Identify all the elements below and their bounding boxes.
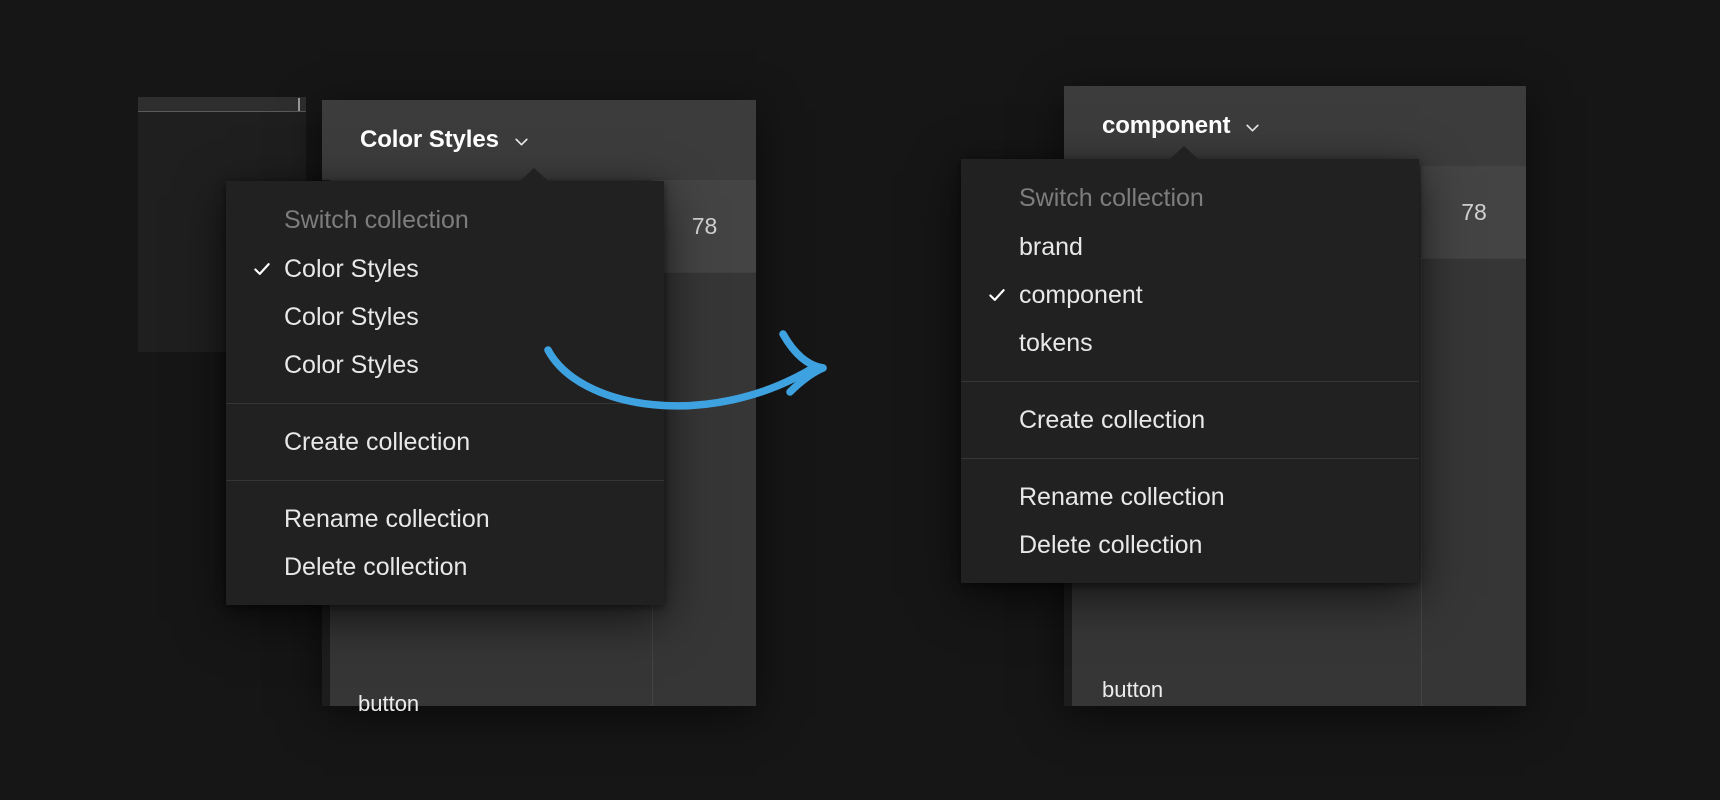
right-menu-manage-section: Rename collection Delete collection bbox=[961, 459, 1419, 583]
right-menu-item-collection-2[interactable]: tokens bbox=[961, 319, 1419, 367]
left-menu-item-delete-collection[interactable]: Delete collection bbox=[226, 543, 664, 591]
left-menu-item-create-collection[interactable]: Create collection bbox=[226, 418, 664, 466]
right-menu-collections-section: Switch collection brand component tokens bbox=[961, 159, 1419, 381]
right-window-header: component bbox=[1064, 86, 1526, 166]
chevron-down-icon[interactable] bbox=[1244, 119, 1261, 136]
left-menu-pointer bbox=[520, 168, 548, 181]
left-row-label[interactable]: button bbox=[358, 691, 419, 717]
right-menu-item-delete-collection[interactable]: Delete collection bbox=[961, 521, 1419, 569]
right-row-label[interactable]: button bbox=[1102, 677, 1163, 703]
left-menu-label-2: Color Styles bbox=[284, 351, 419, 380]
right-menu-item-create-collection[interactable]: Create collection bbox=[961, 396, 1419, 444]
right-menu-item-rename-collection[interactable]: Rename collection bbox=[961, 473, 1419, 521]
left-menu-label-0: Color Styles bbox=[284, 255, 419, 284]
left-menu-manage-section: Rename collection Delete collection bbox=[226, 481, 664, 605]
left-collection-menu: Switch collection Color Styles Color Sty… bbox=[226, 181, 664, 605]
toolbar-strip bbox=[138, 97, 306, 112]
right-count-value: 78 bbox=[1461, 199, 1487, 226]
left-menu-item-collection-0[interactable]: Color Styles bbox=[226, 245, 664, 293]
right-menu-item-collection-1[interactable]: component bbox=[961, 271, 1419, 319]
left-menu-label-1: Color Styles bbox=[284, 303, 419, 332]
right-menu-label-0: brand bbox=[1019, 233, 1083, 262]
right-menu-label-2: tokens bbox=[1019, 329, 1093, 358]
left-menu-create-section: Create collection bbox=[226, 404, 664, 480]
right-collection-name: component bbox=[1102, 112, 1230, 140]
right-count-cell[interactable]: 78 bbox=[1422, 166, 1526, 258]
left-collection-name: Color Styles bbox=[360, 126, 499, 154]
left-menu-item-collection-2[interactable]: Color Styles bbox=[226, 341, 664, 389]
left-count-value: 78 bbox=[692, 213, 718, 240]
toolbar-strip-caret bbox=[298, 98, 300, 111]
canvas: Color Styles 78 button Switch col bbox=[0, 0, 1720, 800]
check-icon bbox=[987, 285, 1019, 305]
left-collection-switcher[interactable]: Color Styles bbox=[322, 126, 530, 154]
right-menu-label-1: component bbox=[1019, 281, 1143, 310]
check-icon bbox=[252, 259, 284, 279]
left-menu-item-rename-collection[interactable]: Rename collection bbox=[226, 495, 664, 543]
left-menu-collections-section: Switch collection Color Styles Color Sty… bbox=[226, 181, 664, 403]
chevron-down-icon[interactable] bbox=[513, 133, 530, 150]
right-collection-menu: Switch collection brand component tokens bbox=[961, 159, 1419, 583]
right-menu-create-section: Create collection bbox=[961, 382, 1419, 458]
right-menu-pointer bbox=[1170, 146, 1198, 159]
left-menu-item-collection-1[interactable]: Color Styles bbox=[226, 293, 664, 341]
left-count-cell[interactable]: 78 bbox=[653, 180, 756, 272]
right-collection-switcher[interactable]: component bbox=[1064, 112, 1261, 140]
right-menu-item-collection-0[interactable]: brand bbox=[961, 223, 1419, 271]
right-menu-header: Switch collection bbox=[961, 173, 1419, 223]
left-menu-header: Switch collection bbox=[226, 195, 664, 245]
